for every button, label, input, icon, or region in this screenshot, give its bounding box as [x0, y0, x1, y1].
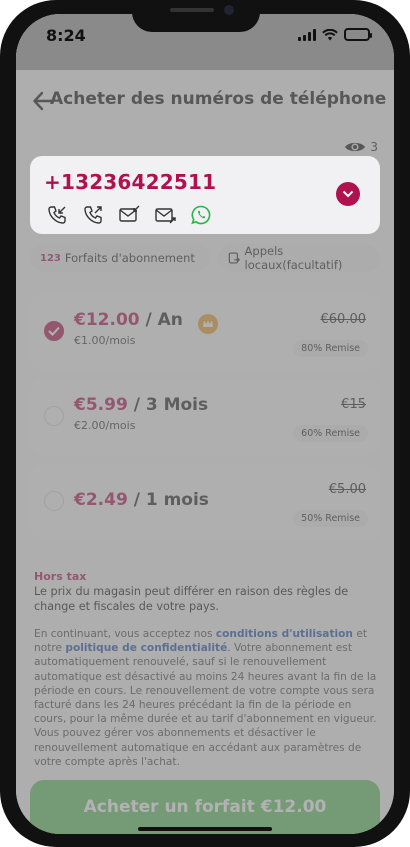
- plan-card-yearly[interactable]: €12.00 / An €1.00/mois €60.00 80% Remise: [30, 294, 380, 370]
- home-indicator: [138, 827, 272, 831]
- status-time: 8:24: [46, 26, 86, 45]
- radio-unselected-icon[interactable]: [44, 406, 64, 426]
- incoming-call-icon: [48, 206, 66, 224]
- plan-price: €5.99 / 3 Mois: [74, 395, 209, 415]
- tab-subscription-plans[interactable]: 123 Forfaits d'abonnement: [30, 244, 210, 272]
- plan-discount-badge: 50% Remise: [293, 510, 368, 527]
- radio-unselected-icon[interactable]: [44, 491, 64, 511]
- number-features: [46, 204, 212, 226]
- buy-plan-button[interactable]: Acheter un forfait €12.00: [30, 780, 380, 834]
- whatsapp-icon: [191, 205, 211, 225]
- wifi-icon: [322, 28, 338, 40]
- battery-icon: [344, 28, 372, 41]
- viewers-count: 3: [370, 140, 378, 154]
- signal-icon: [298, 28, 316, 41]
- plan-price: €12.00 / An: [74, 310, 183, 330]
- crown-icon: [198, 314, 218, 334]
- plan-per-month: €1.00/mois: [74, 334, 136, 347]
- sms-receive-icon: [119, 205, 140, 222]
- chevron-down-icon[interactable]: [336, 182, 360, 206]
- radio-selected-icon[interactable]: [44, 321, 64, 341]
- page-header: Acheter des numéros de téléphone: [16, 70, 394, 128]
- phone-frame: 8:24 Acheter des numéros de téléphone 3 …: [0, 0, 410, 847]
- tab-label: Forfaits d'abonnement: [64, 251, 195, 265]
- plan-per-month: €2.00/mois: [74, 419, 136, 432]
- plan-discount-badge: 80% Remise: [293, 340, 368, 357]
- plan-price: €2.49 / 1 mois: [74, 490, 209, 510]
- plan-old-price: €15: [341, 397, 366, 412]
- sms-send-icon: [155, 208, 176, 224]
- status-icons: [298, 28, 372, 41]
- local-call-icon: [228, 252, 241, 264]
- outgoing-call-icon: [84, 206, 102, 224]
- plan-tabs: 123 Forfaits d'abonnement Appels locaux(…: [30, 244, 380, 274]
- privacy-link[interactable]: politique de confidentialité: [65, 642, 227, 654]
- plan-old-price: €5.00: [328, 482, 366, 497]
- phone-notch: [132, 0, 260, 32]
- plan-card-monthly[interactable]: €2.49 / 1 mois €5.00 50% Remise: [30, 464, 380, 540]
- tab-local-calls[interactable]: Appels locaux(facultatif): [218, 244, 380, 272]
- selected-number-card[interactable]: +13236422511: [30, 156, 380, 234]
- plan-discount-badge: 60% Remise: [293, 425, 368, 442]
- plan-old-price: €60.00: [320, 312, 367, 327]
- app-screen: 8:24 Acheter des numéros de téléphone 3 …: [16, 14, 394, 834]
- legal-text: En continuant, vous acceptez nos conditi…: [34, 628, 377, 768]
- tax-notice-body: Le prix du magasin peut différer en rais…: [34, 585, 349, 613]
- plan-card-3-months[interactable]: €5.99 / 3 Mois €2.00/mois €15 60% Remise: [30, 379, 380, 455]
- page-title: Acheter des numéros de téléphone: [50, 89, 387, 109]
- tab-label: Appels locaux(facultatif): [244, 244, 343, 272]
- eye-icon: [345, 142, 366, 152]
- numbers-123-icon: 123: [40, 252, 61, 264]
- terms-link[interactable]: conditions d'utilisation: [216, 628, 353, 640]
- viewers-indicator: 3: [344, 140, 378, 154]
- phone-number: +13236422511: [44, 170, 217, 194]
- tax-notice-title: Hors tax: [34, 570, 87, 583]
